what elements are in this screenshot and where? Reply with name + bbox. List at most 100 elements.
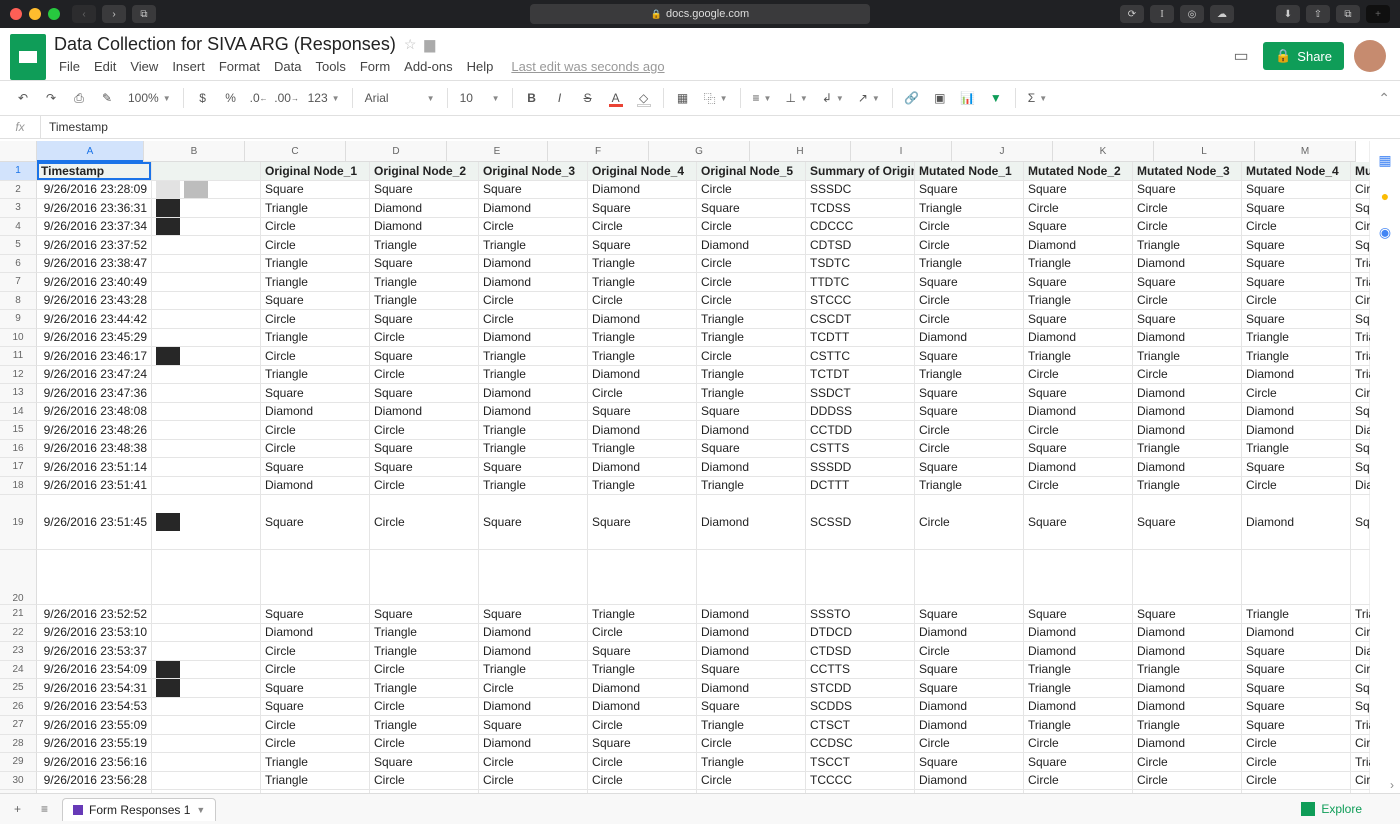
cell-data[interactable]: Triangle xyxy=(370,273,479,292)
cell-data[interactable]: Triangle xyxy=(697,310,806,329)
cell-data[interactable]: Diamond xyxy=(479,384,588,403)
paint-format-icon[interactable]: ✎ xyxy=(94,85,120,111)
row-header-27[interactable]: 27 xyxy=(0,716,37,735)
cell-data[interactable]: CCDSC xyxy=(806,735,915,754)
cell-b[interactable] xyxy=(152,716,261,735)
cell-data[interactable]: Diamond xyxy=(479,199,588,218)
cell-timestamp[interactable]: 9/26/2016 23:44:42 xyxy=(37,310,152,329)
back-button[interactable]: ‹ xyxy=(72,5,96,23)
filter-icon[interactable]: ▾ xyxy=(796,165,801,181)
cell-data[interactable]: Square xyxy=(1024,384,1133,403)
cell-data[interactable]: Square xyxy=(1024,218,1133,237)
cell-b[interactable] xyxy=(152,624,261,643)
cell-data[interactable]: Square xyxy=(1024,273,1133,292)
formula-value[interactable]: Timestamp xyxy=(41,120,116,134)
cell-data[interactable]: Square xyxy=(697,440,806,459)
cell-data[interactable]: Square xyxy=(370,384,479,403)
cell-data[interactable]: SSSDC xyxy=(806,181,915,200)
cell-data[interactable]: TSCCT xyxy=(806,753,915,772)
tabs-button[interactable]: ⧉ xyxy=(1336,5,1360,23)
cell-data[interactable]: Diamond xyxy=(1133,550,1242,605)
cell-data[interactable]: Circle xyxy=(1133,772,1242,791)
row-header-16[interactable]: 16 xyxy=(0,440,37,459)
header-cell[interactable]: Timestamp▾ xyxy=(37,162,152,181)
cell-data[interactable]: Circle xyxy=(588,384,697,403)
bold-icon[interactable]: B xyxy=(519,85,545,111)
cell-data[interactable]: Diamond xyxy=(1024,550,1133,605)
menu-tools[interactable]: Tools xyxy=(310,57,350,76)
cell-data[interactable]: Circle xyxy=(370,421,479,440)
cell-data[interactable]: Square xyxy=(588,236,697,255)
cell-data[interactable]: Circle xyxy=(479,218,588,237)
cell-data[interactable]: CCTTS xyxy=(806,661,915,680)
cell-data[interactable]: Circle xyxy=(1351,292,1370,311)
cell-b[interactable] xyxy=(152,458,261,477)
cell-data[interactable]: Circle xyxy=(1351,772,1370,791)
cell-data[interactable]: Circle xyxy=(1024,772,1133,791)
cell-data[interactable]: Circle xyxy=(697,255,806,274)
reload-button[interactable]: ⟳ xyxy=(1120,5,1144,23)
filter-icon[interactable]: ▾ xyxy=(905,165,910,181)
cell-data[interactable]: Circle xyxy=(915,642,1024,661)
cell-data[interactable]: Square xyxy=(261,495,370,550)
cell-data[interactable]: Diamond xyxy=(588,458,697,477)
cell-data[interactable]: Circle xyxy=(588,716,697,735)
explore-button[interactable]: Explore xyxy=(1301,802,1392,816)
cell-data[interactable]: Square xyxy=(479,716,588,735)
cell-data[interactable]: Square xyxy=(479,181,588,200)
row-header-4[interactable]: 4 xyxy=(0,218,37,237)
cell-data[interactable]: Diamond xyxy=(588,421,697,440)
cell-data[interactable]: Circle xyxy=(261,642,370,661)
cell-data[interactable]: Square xyxy=(588,199,697,218)
cell-data[interactable]: SSSTO xyxy=(806,605,915,624)
cell-data[interactable]: Diamond xyxy=(915,698,1024,717)
cell-timestamp[interactable]: 9/26/2016 23:53:10 xyxy=(37,624,152,643)
ext1-button[interactable]: I xyxy=(1150,5,1174,23)
cell-data[interactable]: Diamond xyxy=(697,236,806,255)
cell-data[interactable]: Diamond xyxy=(479,329,588,348)
col-header-A[interactable]: A xyxy=(37,141,144,162)
row-header-10[interactable]: 10 xyxy=(0,329,37,348)
cell-data[interactable]: Diamond xyxy=(1351,477,1370,496)
col-header-G[interactable]: G xyxy=(649,141,750,162)
row-header-30[interactable]: 30 xyxy=(0,772,37,791)
cell-data[interactable]: Circle xyxy=(1133,753,1242,772)
cell-b[interactable] xyxy=(152,366,261,385)
cell-data[interactable]: Circle xyxy=(479,679,588,698)
cell-timestamp[interactable]: 9/26/2016 23:53:37 xyxy=(37,642,152,661)
row-header-5[interactable]: 5 xyxy=(0,236,37,255)
cell-data[interactable]: Square xyxy=(915,384,1024,403)
cell-data[interactable]: CTDSD xyxy=(806,642,915,661)
header-cell[interactable]: Mutated Node_3▾ xyxy=(1133,162,1242,181)
cell-data[interactable]: Circle xyxy=(1024,366,1133,385)
cell-data[interactable]: Circle xyxy=(479,310,588,329)
cell-data[interactable]: Circle xyxy=(697,550,806,605)
cell-data[interactable]: TTDTC xyxy=(806,273,915,292)
cell-b[interactable] xyxy=(152,477,261,496)
cell-b[interactable] xyxy=(152,403,261,422)
row-header-28[interactable]: 28 xyxy=(0,735,37,754)
filter-icon[interactable]: ▾ xyxy=(142,165,147,181)
cell-data[interactable]: Circle xyxy=(915,310,1024,329)
cell-data[interactable]: Triangle xyxy=(915,366,1024,385)
cell-b[interactable] xyxy=(152,384,261,403)
cell-b[interactable] xyxy=(152,440,261,459)
cell-data[interactable]: Triangle xyxy=(479,421,588,440)
cell-data[interactable]: Triangle xyxy=(1351,753,1370,772)
cell-data[interactable]: Circle xyxy=(261,440,370,459)
cell-data[interactable]: Square xyxy=(1242,181,1351,200)
cell-timestamp[interactable]: 9/26/2016 23:52:52 xyxy=(37,605,152,624)
cell-data[interactable]: Diamond xyxy=(915,329,1024,348)
cell-timestamp[interactable]: 9/26/2016 23:37:34 xyxy=(37,218,152,237)
cell-data[interactable]: Circle xyxy=(915,236,1024,255)
cell-data[interactable]: Triangle xyxy=(1242,329,1351,348)
cell-data[interactable]: TSDCC xyxy=(806,550,915,605)
cell-data[interactable]: Square xyxy=(1351,458,1370,477)
cell-data[interactable]: Triangle xyxy=(370,679,479,698)
cell-data[interactable]: Triangle xyxy=(1133,440,1242,459)
cell-b[interactable] xyxy=(152,605,261,624)
cell-data[interactable]: Triangle xyxy=(1351,366,1370,385)
last-edit-label[interactable]: Last edit was seconds ago xyxy=(506,57,669,76)
cell-data[interactable]: CDCCC xyxy=(806,218,915,237)
row-header-19[interactable]: 19 xyxy=(0,495,37,550)
